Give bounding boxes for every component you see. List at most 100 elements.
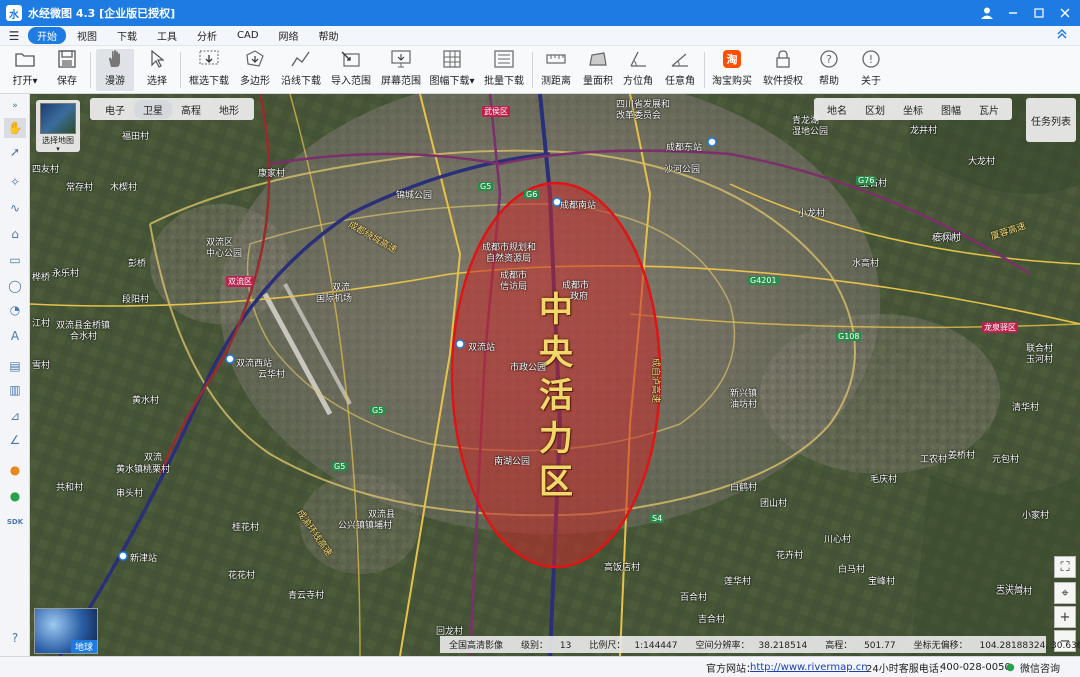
- place-label: 市政公园: [510, 363, 547, 373]
- screen-range-button[interactable]: 屏幕范围: [380, 49, 422, 91]
- rect-download-button[interactable]: 框选下载: [188, 49, 230, 91]
- bearing-tool-icon[interactable]: ⊿: [4, 406, 26, 426]
- menu-network[interactable]: 网络: [270, 27, 308, 44]
- lock-icon: [772, 49, 794, 69]
- save-button[interactable]: 保存: [52, 49, 82, 91]
- help-button[interactable]: ? 帮助: [814, 49, 844, 91]
- measure-tool-icon[interactable]: ▤: [4, 356, 26, 376]
- area-measure-tool-icon[interactable]: ▥: [4, 380, 26, 400]
- tab-tiles[interactable]: 瓦片: [970, 100, 1008, 119]
- zoom-in-button[interactable]: +: [1054, 606, 1076, 628]
- place-label: 康家村: [258, 169, 286, 179]
- open-button[interactable]: 打开▾: [10, 49, 40, 91]
- polygon-button[interactable]: 多边形: [238, 49, 272, 91]
- place-label: 吉合村: [698, 615, 726, 625]
- menu-view[interactable]: 视图: [68, 27, 106, 44]
- place-label: 元包村: [992, 455, 1020, 465]
- share-icon[interactable]: ●: [4, 486, 26, 506]
- measure-distance-button[interactable]: 测距离: [538, 49, 574, 91]
- sector-tool-icon[interactable]: ◔: [4, 300, 26, 320]
- line-tool-icon[interactable]: ∿: [4, 198, 26, 218]
- rectangle-tool-icon[interactable]: ▭: [4, 250, 26, 270]
- layer-tab-terrain[interactable]: 地形: [210, 100, 248, 119]
- polyline-icon: [290, 49, 312, 69]
- place-label: 湿地公园: [792, 127, 829, 137]
- select-button[interactable]: 选择: [142, 49, 172, 91]
- tab-coordinates[interactable]: 坐标: [894, 100, 932, 119]
- line-download-button[interactable]: 沿线下载: [280, 49, 322, 91]
- measure-area-button[interactable]: 量面积: [582, 49, 614, 91]
- menu-tools[interactable]: 工具: [148, 27, 186, 44]
- place-label: 共和村: [56, 483, 84, 493]
- place-label: 雪村: [32, 361, 51, 371]
- place-label: 公兴镇镇埔村: [338, 521, 393, 531]
- tab-divisions[interactable]: 区划: [856, 100, 894, 119]
- menu-help[interactable]: 帮助: [310, 27, 348, 44]
- roam-button[interactable]: 漫游: [96, 49, 134, 91]
- fullscreen-icon[interactable]: ⛶: [1054, 556, 1076, 578]
- menu-cad[interactable]: CAD: [228, 29, 268, 42]
- wechat-consult-link[interactable]: 微信咨询: [1020, 660, 1060, 675]
- globe-button[interactable]: 地球: [34, 608, 98, 654]
- title-bar: 水 水经微图 4.3 [企业版已授权]: [0, 0, 1080, 26]
- layer-tab-satellite[interactable]: 卫星: [134, 99, 172, 119]
- place-label: 锦城公园: [396, 191, 433, 201]
- area-tool-icon[interactable]: ⌂: [4, 224, 26, 244]
- toolbar-divider: [704, 52, 705, 88]
- license-button[interactable]: 软件授权: [762, 49, 804, 91]
- circle-tool-icon[interactable]: ◯: [4, 276, 26, 296]
- locate-icon[interactable]: ⌖: [1054, 582, 1076, 604]
- place-label: 桦桥: [32, 273, 51, 283]
- layer-tab-vector[interactable]: 电子: [96, 100, 134, 119]
- zoom-level: 13: [559, 641, 572, 651]
- place-label: 自然资源局: [486, 254, 532, 264]
- road-shield: G6: [524, 190, 540, 199]
- website-label: 官方网站：: [706, 663, 756, 675]
- cursor-coordinates: 104.28188324, 30.63673043: [979, 641, 1080, 651]
- map-scale: 1:144447: [634, 641, 678, 651]
- expand-icon[interactable]: »: [4, 96, 26, 116]
- any-angle-button[interactable]: 任意角: [664, 49, 696, 91]
- menu-start[interactable]: 开始: [28, 27, 66, 44]
- question-icon[interactable]: ?: [4, 628, 26, 648]
- road-shield: G5: [370, 406, 386, 415]
- menu-analysis[interactable]: 分析: [188, 27, 226, 44]
- bearing-button[interactable]: 方位角: [622, 49, 654, 91]
- window-title: 水经微图 4.3 [企业版已授权]: [28, 7, 176, 20]
- close-button[interactable]: [1050, 0, 1080, 26]
- place-label: 莲华村: [724, 577, 752, 587]
- pointer-tool-icon[interactable]: ➚: [4, 142, 26, 162]
- place-label: 花卉村: [776, 551, 804, 561]
- hand-tool-icon[interactable]: ✋: [4, 118, 26, 138]
- place-label: 黄水镇桃栗村: [116, 465, 171, 475]
- pin-tool-icon[interactable]: ✧: [4, 172, 26, 192]
- import-range-button[interactable]: 导入范围: [330, 49, 372, 91]
- task-list-button[interactable]: 任务列表: [1026, 98, 1076, 142]
- place-label: 信访局: [500, 282, 528, 292]
- place-label: 小家村: [1022, 511, 1050, 521]
- spatial-resolution: 38.218514: [758, 641, 808, 651]
- map-view[interactable]: 中 央 活 力 区 武侯区 四川省发展和 改革委员会 青龙湖 湿地公园 龙井村 …: [30, 94, 1080, 656]
- about-button[interactable]: ! 关于: [856, 49, 886, 91]
- place-label: 高饭店村: [604, 563, 641, 573]
- tab-sheets[interactable]: 图幅: [932, 100, 970, 119]
- sheet-download-button[interactable]: 图幅下载▾: [429, 49, 475, 91]
- tab-place-names[interactable]: 地名: [818, 100, 856, 119]
- plugin-icon[interactable]: ●: [4, 460, 26, 480]
- district-tag: 双流区: [226, 276, 254, 287]
- place-label: 四友村: [32, 165, 60, 175]
- batch-download-button[interactable]: 批量下载: [484, 49, 524, 91]
- layer-tab-elevation[interactable]: 高程: [172, 100, 210, 119]
- hamburger-icon[interactable]: ☰: [0, 29, 28, 43]
- place-label: 宝峰村: [868, 577, 896, 587]
- menu-download[interactable]: 下载: [108, 27, 146, 44]
- collapse-ribbon-icon[interactable]: [1056, 28, 1068, 44]
- sdk-icon[interactable]: SDK: [4, 512, 26, 532]
- website-link[interactable]: http://www.rivermap.cn: [750, 662, 868, 673]
- text-tool-icon[interactable]: A: [4, 326, 26, 346]
- angle-tool-icon[interactable]: ∠: [4, 430, 26, 450]
- taobao-button[interactable]: 淘 淘宝购买: [710, 49, 754, 91]
- select-map-button[interactable]: 选择地图 ▾: [36, 100, 80, 153]
- place-label: 川心村: [824, 535, 852, 545]
- elevation-value: 501.77: [864, 641, 896, 651]
